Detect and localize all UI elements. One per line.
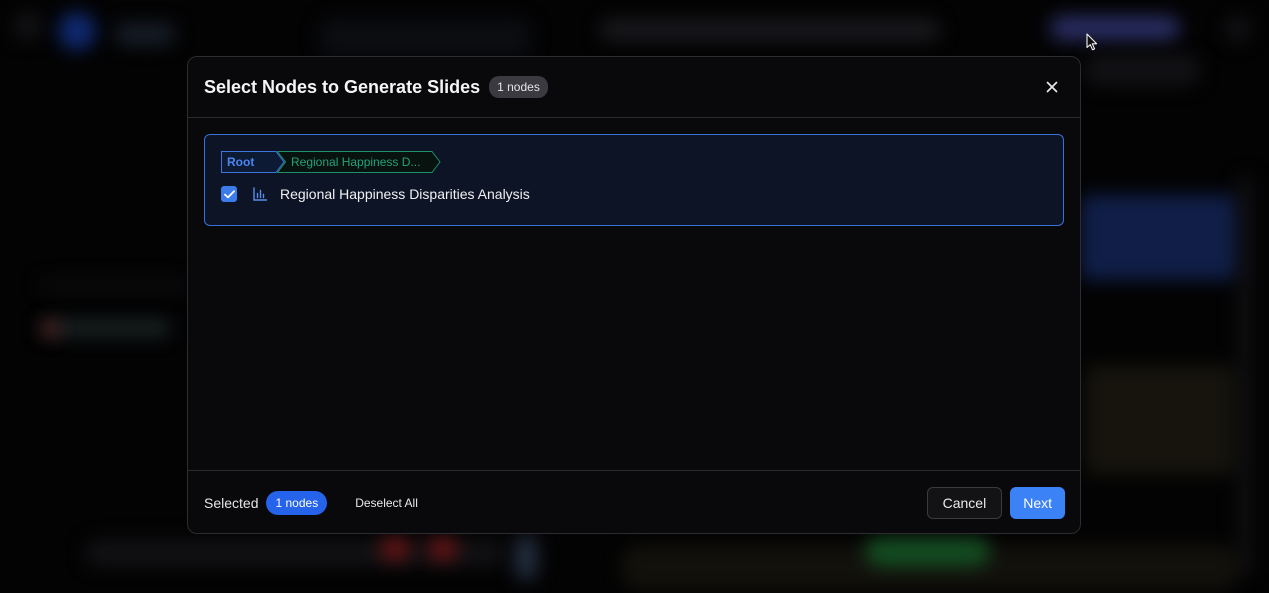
close-button[interactable] xyxy=(1040,75,1064,99)
node-label: Regional Happiness Disparities Analysis xyxy=(280,186,530,202)
selected-label: Selected xyxy=(204,494,259,511)
cancel-button[interactable]: Cancel xyxy=(926,486,1003,519)
selected-count-badge: 1 nodes xyxy=(266,490,328,515)
breadcrumb-current-label: Regional Happiness D... xyxy=(291,155,420,169)
breadcrumb-root-label: Root xyxy=(227,155,254,169)
node-count-badge: 1 nodes xyxy=(489,76,548,98)
footer-actions: Cancel Next xyxy=(926,486,1065,519)
node-card[interactable]: Root Regional Happiness D... Regional Ha… xyxy=(204,134,1064,226)
node-row[interactable]: Regional Happiness Disparities Analysis xyxy=(221,186,1047,202)
node-checkbox[interactable] xyxy=(221,186,237,202)
breadcrumb: Root Regional Happiness D... xyxy=(221,151,1047,173)
breadcrumb-item-root[interactable]: Root xyxy=(221,151,285,173)
select-nodes-dialog: Select Nodes to Generate Slides 1 nodes … xyxy=(187,56,1081,534)
close-icon xyxy=(1046,81,1058,93)
dialog-title: Select Nodes to Generate Slides xyxy=(204,76,481,97)
deselect-all-button[interactable]: Deselect All xyxy=(355,496,418,510)
breadcrumb-item-current[interactable]: Regional Happiness D... xyxy=(277,151,441,173)
mouse-cursor-icon xyxy=(1086,33,1098,51)
checkmark-icon xyxy=(223,189,235,198)
next-button[interactable]: Next xyxy=(1010,486,1065,519)
dialog-header: Select Nodes to Generate Slides 1 nodes xyxy=(188,57,1080,118)
dialog-footer: Selected 1 nodes Deselect All Cancel Nex… xyxy=(188,470,1080,533)
bar-chart-icon xyxy=(252,186,268,202)
dialog-body: Root Regional Happiness D... Regional Ha… xyxy=(188,118,1080,470)
